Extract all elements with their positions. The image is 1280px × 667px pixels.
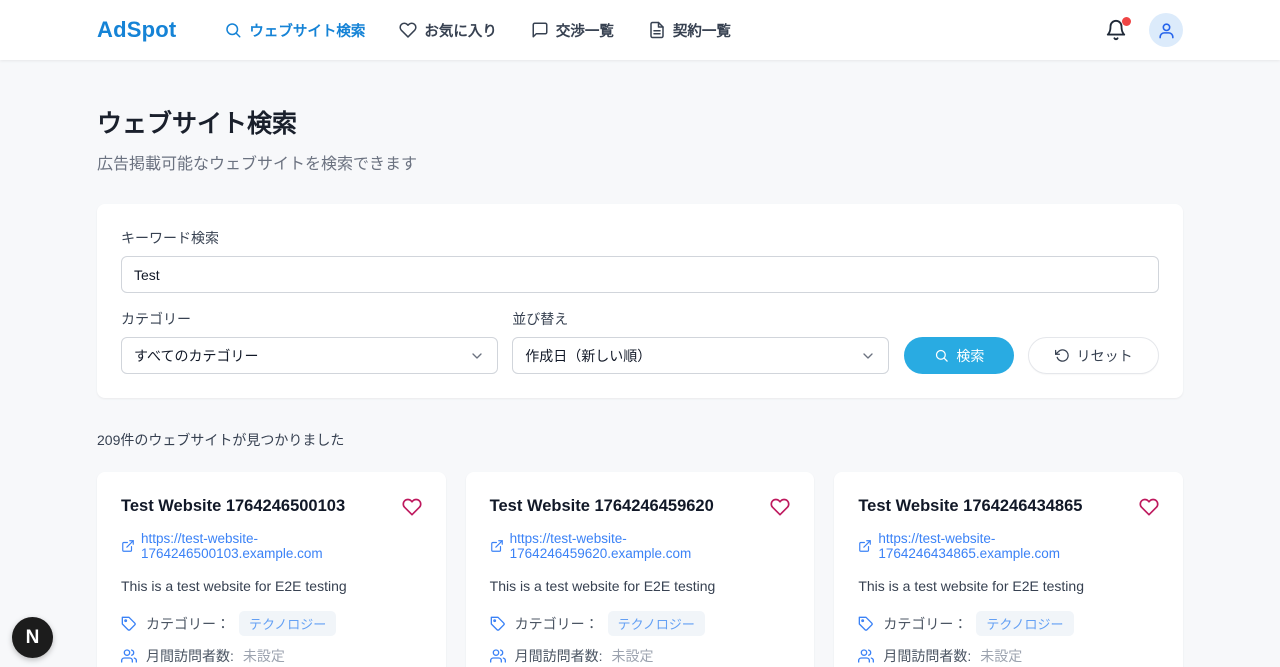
favorite-button[interactable] <box>1139 497 1159 517</box>
user-icon <box>1157 21 1176 40</box>
page-title: ウェブサイト検索 <box>97 104 1183 140</box>
users-icon <box>490 648 506 664</box>
category-label: カテゴリー： <box>146 614 230 634</box>
visitors-label: 月間訪問者数: <box>515 646 603 666</box>
website-card: Test Website 1764246434865 https://test-… <box>834 472 1183 667</box>
heart-icon <box>399 21 417 39</box>
users-icon <box>858 648 874 664</box>
website-title: Test Website 1764246459620 <box>490 496 714 517</box>
visitors-row: 月間訪問者数: 未設定 <box>858 646 1159 666</box>
nav-label: 契約一覧 <box>673 20 731 41</box>
search-icon <box>934 348 949 363</box>
top-navbar: AdSpot ウェブサイト検索 お気に入り 交渉一覧 契約一覧 <box>0 0 1280 60</box>
visitors-value: 未設定 <box>612 646 654 666</box>
results-count: 209件のウェブサイトが見つかりました <box>97 430 1183 450</box>
category-badge: テクノロジー <box>976 611 1073 636</box>
website-description: This is a test website for E2E testing <box>121 578 422 594</box>
category-label: カテゴリー <box>121 309 498 329</box>
nav-item-website-search[interactable]: ウェブサイト検索 <box>224 20 365 41</box>
category-selected-value: すべてのカテゴリー <box>134 346 258 366</box>
app-logo[interactable]: AdSpot <box>97 17 176 43</box>
notification-dot <box>1122 17 1131 26</box>
sort-select[interactable]: 作成日（新しい順） <box>512 337 889 374</box>
website-card: Test Website 1764246459620 https://test-… <box>466 472 815 667</box>
main-content: ウェブサイト検索 広告掲載可能なウェブサイトを検索できます キーワード検索 カテ… <box>97 104 1183 667</box>
search-button[interactable]: 検索 <box>904 337 1014 374</box>
keyword-label: キーワード検索 <box>121 228 1159 248</box>
search-icon <box>224 21 242 39</box>
tag-icon <box>121 616 137 632</box>
website-url: https://test-website-1764246434865.examp… <box>878 531 1159 561</box>
nav-item-negotiations[interactable]: 交渉一覧 <box>531 20 614 41</box>
nav-label: 交渉一覧 <box>556 20 614 41</box>
nextjs-dev-badge[interactable]: N <box>12 617 53 658</box>
reset-icon <box>1055 348 1070 363</box>
category-label: カテゴリー： <box>883 614 967 634</box>
document-icon <box>648 21 666 39</box>
category-row: カテゴリー： テクノロジー <box>121 611 422 636</box>
visitors-row: 月間訪問者数: 未設定 <box>121 646 422 666</box>
external-link-icon <box>121 539 135 553</box>
favorite-button[interactable] <box>402 497 422 517</box>
website-description: This is a test website for E2E testing <box>858 578 1159 594</box>
website-title: Test Website 1764246434865 <box>858 496 1082 517</box>
tag-icon <box>490 616 506 632</box>
chevron-down-icon <box>469 348 485 364</box>
nav-label: ウェブサイト検索 <box>249 20 365 41</box>
website-title: Test Website 1764246500103 <box>121 496 345 517</box>
visitors-value: 未設定 <box>243 646 285 666</box>
category-badge: テクノロジー <box>608 611 705 636</box>
website-url: https://test-website-1764246459620.examp… <box>510 531 791 561</box>
category-label: カテゴリー： <box>515 614 599 634</box>
tag-icon <box>858 616 874 632</box>
heart-icon <box>1139 497 1159 517</box>
website-card: Test Website 1764246500103 https://test-… <box>97 472 446 667</box>
page-subtitle: 広告掲載可能なウェブサイトを検索できます <box>97 150 1183 174</box>
user-menu-button[interactable] <box>1149 13 1183 47</box>
reset-button-label: リセット <box>1077 346 1133 366</box>
visitors-row: 月間訪問者数: 未設定 <box>490 646 791 666</box>
external-link-icon <box>858 539 872 553</box>
nav-item-contracts[interactable]: 契約一覧 <box>648 20 731 41</box>
keyword-input[interactable] <box>121 256 1159 293</box>
visitors-value: 未設定 <box>980 646 1022 666</box>
website-url-link[interactable]: https://test-website-1764246459620.examp… <box>490 531 791 561</box>
search-button-label: 検索 <box>956 346 984 366</box>
reset-button[interactable]: リセット <box>1028 337 1159 374</box>
users-icon <box>121 648 137 664</box>
website-url-link[interactable]: https://test-website-1764246434865.examp… <box>858 531 1159 561</box>
favorite-button[interactable] <box>770 497 790 517</box>
chevron-down-icon <box>860 348 876 364</box>
notifications-button[interactable] <box>1105 19 1127 41</box>
website-url: https://test-website-1764246500103.examp… <box>141 531 422 561</box>
sort-selected-value: 作成日（新しい順） <box>525 346 651 366</box>
nav-item-favorites[interactable]: お気に入り <box>399 20 497 41</box>
sort-label: 並び替え <box>512 309 889 329</box>
chat-icon <box>531 21 549 39</box>
visitors-label: 月間訪問者数: <box>883 646 971 666</box>
visitors-label: 月間訪問者数: <box>146 646 234 666</box>
category-row: カテゴリー： テクノロジー <box>490 611 791 636</box>
category-select[interactable]: すべてのカテゴリー <box>121 337 498 374</box>
category-badge: テクノロジー <box>239 611 336 636</box>
main-nav: ウェブサイト検索 お気に入り 交渉一覧 契約一覧 <box>224 20 731 41</box>
heart-icon <box>402 497 422 517</box>
website-description: This is a test website for E2E testing <box>490 578 791 594</box>
heart-icon <box>770 497 790 517</box>
website-url-link[interactable]: https://test-website-1764246500103.examp… <box>121 531 422 561</box>
external-link-icon <box>490 539 504 553</box>
search-panel: キーワード検索 カテゴリー すべてのカテゴリー 並び替え 作成日（新しい順） 検… <box>97 204 1183 398</box>
nav-label: お気に入り <box>424 20 497 41</box>
website-cards-grid: Test Website 1764246500103 https://test-… <box>97 472 1183 667</box>
category-row: カテゴリー： テクノロジー <box>858 611 1159 636</box>
